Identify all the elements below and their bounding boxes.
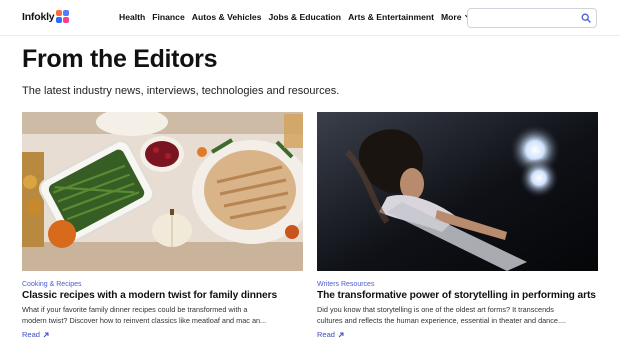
article-title[interactable]: Classic recipes with a modern twist for …: [22, 290, 277, 301]
logo-mark-icon: [56, 10, 70, 24]
search-input[interactable]: [468, 10, 576, 29]
read-link-label: Read: [317, 330, 335, 339]
nav-item-autos-vehicles[interactable]: Autos & Vehicles: [192, 12, 262, 22]
search-box: [467, 8, 597, 29]
article-description-line: What if your favorite family dinner reci…: [22, 305, 248, 314]
article-description: What if your favorite family dinner reci…: [22, 304, 303, 326]
article-description-line: modern twist? Discover how to reinvent c…: [22, 316, 267, 325]
article-category[interactable]: Cooking & Recipes: [22, 281, 82, 288]
article-description: Did you know that storytelling is one of…: [317, 304, 598, 326]
arrow-up-right-icon: [43, 332, 49, 337]
nav-item-arts-entertainment[interactable]: Arts & Entertainment: [348, 12, 434, 22]
logo[interactable]: Infokly: [22, 10, 70, 24]
article-category[interactable]: Writers Resources: [317, 281, 374, 288]
article-card[interactable]: Cooking & Recipes Classic recipes with a…: [22, 112, 303, 339]
page-subtitle: The latest industry news, interviews, te…: [22, 85, 340, 97]
article-image-dinner[interactable]: [22, 112, 303, 271]
nav-item-finance[interactable]: Finance: [152, 12, 184, 22]
nav-item-health[interactable]: Health: [119, 12, 145, 22]
article-description-line: cultures and reflects the human experien…: [317, 316, 567, 325]
logo-text: Infokly: [22, 11, 55, 23]
article-title[interactable]: The transformative power of storytelling…: [317, 290, 596, 301]
read-link-label: Read: [22, 330, 40, 339]
article-image-performer[interactable]: [317, 112, 598, 271]
page-title: From the Editors: [22, 45, 218, 73]
nav-more-label: More: [441, 12, 462, 22]
site-header: Infokly Health Finance Autos & Vehicles …: [0, 0, 620, 36]
article-description-line: Did you know that storytelling is one of…: [317, 305, 554, 314]
nav-item-jobs-education[interactable]: Jobs & Education: [268, 12, 341, 22]
read-link[interactable]: Read: [317, 330, 344, 339]
arrow-up-right-icon: [338, 332, 344, 337]
article-card[interactable]: Writers Resources The transformative pow…: [317, 112, 598, 339]
read-link[interactable]: Read: [22, 330, 49, 339]
main-nav: Health Finance Autos & Vehicles Jobs & E…: [119, 11, 478, 22]
search-icon[interactable]: [581, 13, 591, 23]
